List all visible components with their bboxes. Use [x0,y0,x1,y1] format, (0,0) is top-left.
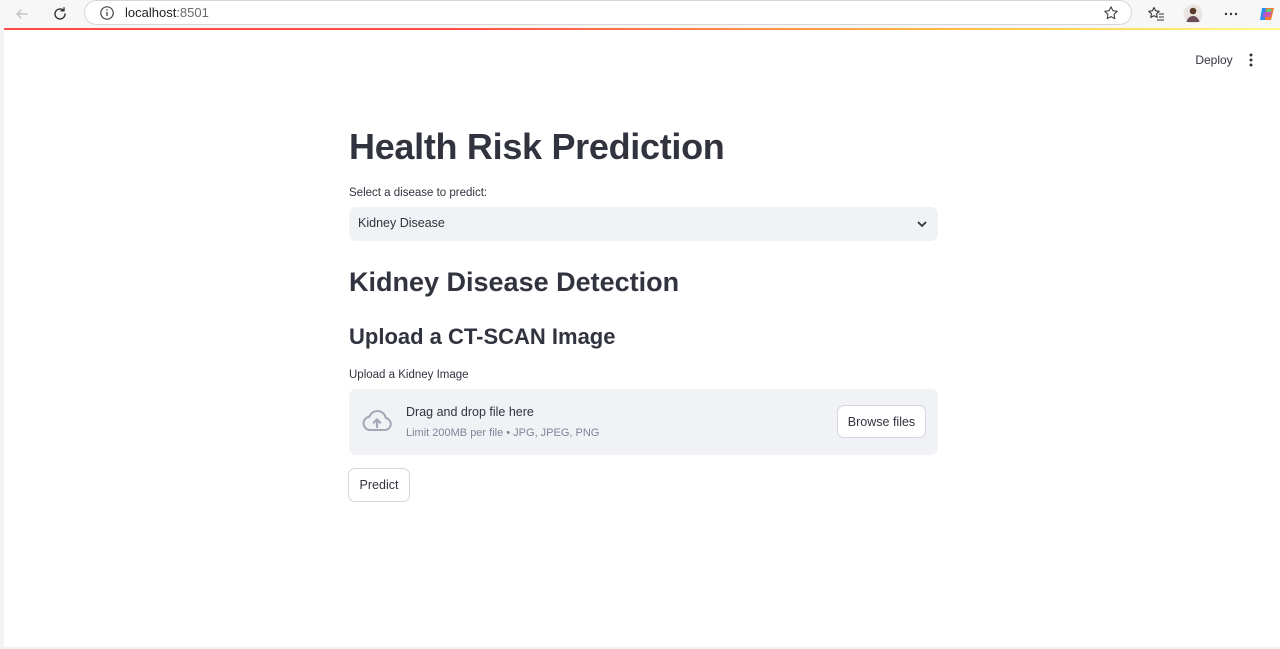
favorites-icon[interactable] [1145,3,1167,25]
disease-select-label: Select a disease to predict: [349,187,488,199]
url-text: localhost:8501 [125,5,209,20]
disease-select[interactable]: Kidney Disease [349,207,938,241]
back-button[interactable] [11,3,33,25]
deploy-button[interactable]: Deploy [1186,50,1242,70]
section-title: Kidney Disease Detection [349,267,680,297]
url-port: :8501 [176,5,209,20]
dropzone-title: Drag and drop file here [406,405,534,419]
chevron-down-icon [916,217,928,235]
subsection-title: Upload a CT-SCAN Image [349,324,616,349]
reload-icon [54,7,66,20]
url-host: localhost [125,5,177,20]
more-options-icon[interactable] [1220,3,1242,25]
back-arrow-icon [16,9,28,19]
disease-select-value: Kidney Disease [358,216,445,230]
vertical-dots-icon [1249,53,1253,67]
dropzone-subtitle: Limit 200MB per file • JPG, JPEG, PNG [406,427,600,439]
upload-label: Upload a Kidney Image [349,369,469,381]
copilot-icon[interactable] [1256,3,1278,25]
page-title: Health Risk Prediction [349,126,725,167]
site-info-icon[interactable] [99,5,115,26]
reload-button[interactable] [49,3,71,25]
header-decoration-bar [4,28,1280,30]
browser-toolbar: localhost:8501 [0,0,1280,28]
browse-files-button[interactable]: Browse files [837,405,926,438]
predict-button[interactable]: Predict [348,468,410,502]
bookmark-star-icon[interactable] [1103,5,1119,26]
address-bar[interactable]: localhost:8501 [84,0,1132,25]
cloud-upload-icon [361,409,393,438]
profile-avatar[interactable] [1182,3,1204,25]
file-dropzone[interactable]: Drag and drop file here Limit 200MB per … [349,389,938,455]
app-view: Deploy Health Risk Prediction Select a d… [4,28,1280,647]
main-menu-button[interactable] [1244,50,1258,70]
